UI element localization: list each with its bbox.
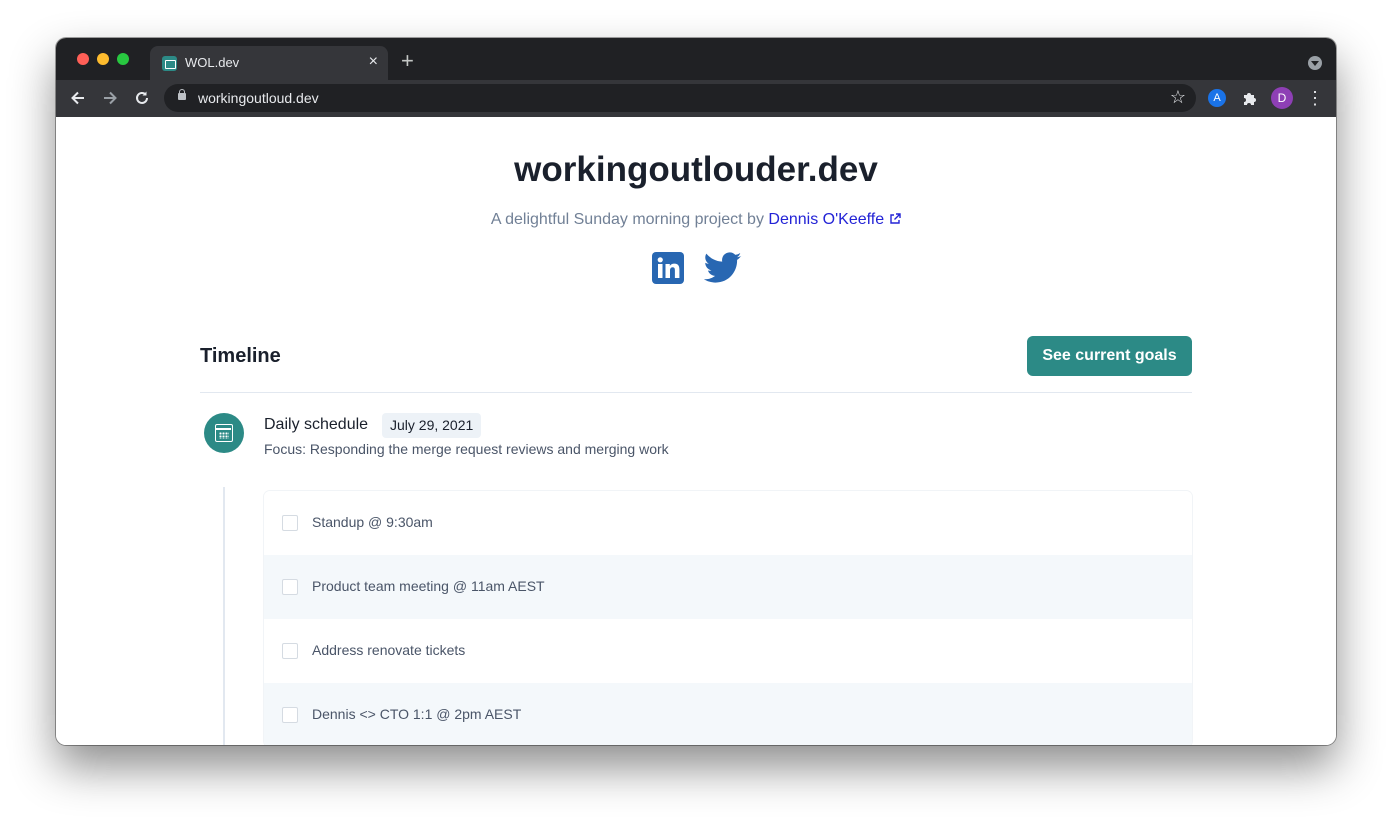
subtitle-text: A delightful Sunday morning project by: [490, 211, 769, 228]
favicon-icon: [162, 56, 177, 71]
reload-icon[interactable]: [130, 86, 154, 110]
task-checkbox[interactable]: [282, 515, 298, 531]
page-subtitle: A delightful Sunday morning project by D…: [56, 211, 1336, 229]
tab-close-icon[interactable]: ×: [369, 53, 378, 71]
task-checkbox[interactable]: [282, 707, 298, 723]
task-label: Standup @ 9:30am: [312, 514, 433, 530]
url-text[interactable]: workingoutloud.dev: [198, 90, 319, 106]
back-arrow-icon[interactable]: [66, 86, 90, 110]
twitter-icon[interactable]: [703, 252, 742, 284]
page-content: workingoutlouder.dev A delightful Sunday…: [56, 117, 1336, 745]
task-checkbox[interactable]: [282, 579, 298, 595]
task-row[interactable]: Standup @ 9:30am: [264, 491, 1192, 555]
tab-wol[interactable]: WOL.dev ×: [150, 46, 388, 80]
event-title: Daily schedule: [264, 416, 369, 433]
date-badge: July 29, 2021: [382, 413, 482, 438]
task-label: Dennis <> CTO 1:1 @ 2pm AEST: [312, 706, 522, 722]
timeline-header: Timeline See current goals: [200, 336, 1192, 393]
forward-arrow-icon[interactable]: [98, 86, 122, 110]
page-title: workingoutlouder.dev: [514, 150, 878, 189]
address-bar[interactable]: workingoutloud.dev ☆: [164, 84, 1196, 112]
tab-strip: WOL.dev × +: [56, 38, 1336, 80]
extension-icon[interactable]: A: [1208, 89, 1226, 107]
bookmark-star-icon[interactable]: ☆: [1170, 87, 1186, 108]
author-name[interactable]: Dennis O'Keeffe: [768, 211, 884, 228]
profile-avatar[interactable]: D: [1271, 87, 1293, 109]
task-list: Standup @ 9:30am Product team meeting @ …: [264, 491, 1192, 745]
timeline-connector: [223, 487, 225, 745]
external-link-icon: [890, 213, 901, 224]
tab-search-icon[interactable]: [1308, 56, 1322, 70]
new-tab-button[interactable]: +: [401, 50, 414, 72]
minimize-window-button[interactable]: [97, 53, 109, 65]
task-label: Address renovate tickets: [312, 642, 466, 658]
calendar-icon: [204, 413, 244, 453]
lock-icon[interactable]: [178, 89, 186, 100]
tab-title: WOL.dev: [185, 55, 240, 70]
author-link[interactable]: Dennis O'Keeffe: [768, 211, 901, 228]
event-focus: Focus: Responding the merge request revi…: [264, 441, 669, 457]
kebab-menu-icon[interactable]: ⋮: [1306, 86, 1324, 110]
task-row[interactable]: Address renovate tickets: [264, 619, 1192, 683]
browser-toolbar: workingoutloud.dev ☆ A D ⋮: [56, 80, 1336, 117]
task-row[interactable]: Product team meeting @ 11am AEST: [264, 555, 1192, 619]
zoom-window-button[interactable]: [117, 53, 129, 65]
browser-window: WOL.dev × + workingoutloud.dev ☆ A D ⋮ w…: [56, 38, 1336, 745]
timeline-title: Timeline: [200, 345, 281, 367]
task-checkbox[interactable]: [282, 643, 298, 659]
puzzle-extensions-icon[interactable]: [1240, 88, 1260, 108]
task-row[interactable]: Dennis <> CTO 1:1 @ 2pm AEST: [264, 683, 1192, 745]
task-label: Product team meeting @ 11am AEST: [312, 578, 545, 594]
see-current-goals-button[interactable]: See current goals: [1027, 336, 1192, 376]
close-window-button[interactable]: [77, 53, 89, 65]
linkedin-icon[interactable]: [652, 252, 684, 284]
